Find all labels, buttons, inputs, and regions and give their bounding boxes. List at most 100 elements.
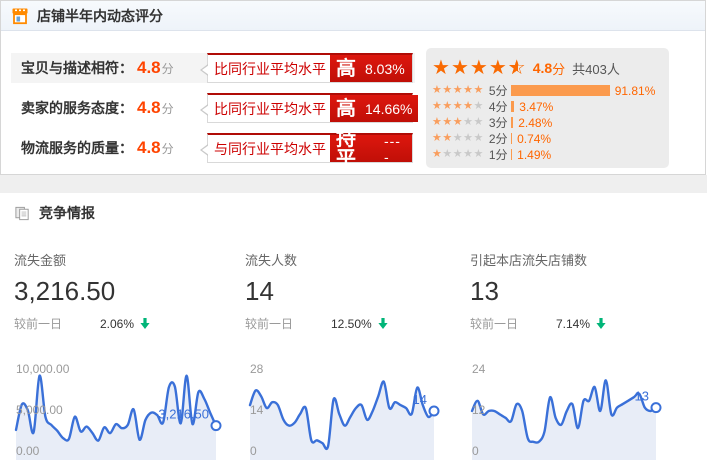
last-point-label: 3,216.50 — [158, 407, 209, 422]
percent-bar — [511, 117, 514, 128]
summary-score: 4.8 — [533, 60, 552, 76]
rating-unit: 分 — [162, 140, 174, 157]
section-title: 竞争情报 — [39, 203, 95, 223]
rating-rows: 宝贝与描述相符： 4.8 分 比同行业平均水平 高 8.03% 卖家的服务态度：… — [11, 53, 415, 173]
compare-label: 较前一日 — [470, 315, 556, 332]
compare-prev-day: 较前一日 2.06% — [14, 315, 150, 332]
y-tick: 0 — [472, 445, 479, 457]
distribution-row: ★★★★★ 1分 1.49% — [432, 148, 663, 161]
star-icon: ★ — [451, 58, 470, 78]
percent-label: 3.47% — [519, 100, 553, 114]
metric-label: 引起本店流失店铺数 — [470, 250, 587, 269]
verdict-percent: 14.66% — [365, 101, 412, 117]
compare-result-badge: 高 8.03% — [330, 55, 412, 82]
down-arrow-icon — [596, 318, 606, 329]
rating-row-description: 宝贝与描述相符： 4.8 分 比同行业平均水平 高 8.03% — [11, 53, 415, 83]
y-tick: 10,000.00 — [16, 363, 69, 375]
rating-label: 物流服务的质量： — [21, 138, 133, 158]
last-point-label: 13 — [635, 389, 649, 404]
metric-loss-amount: 流失金额 3,216.50 — [14, 250, 115, 307]
score-label: 5分 — [489, 82, 508, 99]
last-point-label: 14 — [413, 392, 427, 407]
down-arrow-icon — [378, 318, 388, 329]
percent-bar — [511, 101, 515, 112]
competition-header: 竞争情报 — [14, 203, 95, 223]
distribution-rows: ★★★★★ 5分 91.81% ★★★★★ 4分 3.47% ★★★★★3分2.48% ★★★… — [432, 84, 663, 161]
compare-prev-day: 较前一日 12.50% — [245, 315, 388, 332]
rating-row-service: 卖家的服务态度： 4.8 分 比同行业平均水平 高 14.66% — [11, 93, 415, 123]
compare-text: 比同行业平均水平 — [208, 55, 330, 82]
metric-value: 13 — [470, 276, 587, 307]
y-tick: 5,000.00 — [16, 404, 63, 416]
star-icon: ☆★ — [508, 58, 527, 78]
percent-bar — [511, 149, 513, 160]
metric-label: 流失金额 — [14, 250, 115, 269]
summary-stars-icon: ★★★★☆★ — [432, 58, 527, 78]
row-stars-icon: ★★★★★ — [432, 85, 484, 96]
y-tick: 24 — [472, 363, 485, 375]
loss-amount-chart[interactable]: 10,000.00 5,000.00 0.00 3,216.50 — [14, 356, 228, 465]
star-icon: ★ — [489, 58, 508, 78]
compare-bubble: 与同行业平均水平 持平 ---- — [207, 133, 413, 163]
row-stars-icon: ★★★★★ — [432, 101, 484, 112]
y-tick: 12 — [472, 404, 485, 416]
summary-unit: 分 — [552, 59, 565, 78]
verdict-text: 高 — [336, 99, 356, 119]
page-title: 店铺半年内动态评分 — [37, 6, 163, 26]
metric-value: 3,216.50 — [14, 276, 115, 307]
compare-bubble: 比同行业平均水平 高 14.66% — [207, 93, 413, 123]
page: 店铺半年内动态评分 宝贝与描述相符： 4.8 分 比同行业平均水平 高 8.03… — [0, 0, 707, 465]
row-stars-icon: ★★★★★ — [432, 149, 484, 160]
compare-result-badge: 高 14.66% — [330, 95, 418, 122]
row-stars-icon: ★★★★★ — [432, 133, 484, 144]
compare-label: 较前一日 — [245, 315, 331, 332]
rating-score: 4.8 — [137, 58, 161, 78]
summary-count: 共403人 — [572, 59, 620, 78]
verdict-text: 高 — [336, 59, 356, 79]
shop-rating-header: 店铺半年内动态评分 — [1, 1, 705, 31]
last-point-marker — [652, 403, 661, 412]
compare-text: 与同行业平均水平 — [208, 135, 330, 162]
rating-score: 4.8 — [137, 138, 161, 158]
loss-people-chart[interactable]: 28 14 0 14 — [248, 356, 446, 465]
documents-icon — [14, 205, 31, 222]
score-label: 4分 — [489, 98, 508, 115]
y-tick: 14 — [250, 404, 263, 416]
rating-row-logistics: 物流服务的质量： 4.8 分 与同行业平均水平 持平 ---- — [11, 133, 415, 163]
loss-shops-chart[interactable]: 24 12 0 13 — [470, 356, 668, 465]
last-point-marker — [430, 407, 439, 416]
distribution-row: ★★★★★2分0.74% — [432, 132, 663, 145]
section-divider — [0, 175, 707, 193]
percent-label: 91.81% — [615, 84, 656, 98]
distribution-row: ★★★★★3分2.48% — [432, 116, 663, 129]
y-tick: 28 — [250, 363, 263, 375]
shop-rating-panel: 店铺半年内动态评分 宝贝与描述相符： 4.8 分 比同行业平均水平 高 8.03… — [0, 0, 706, 175]
last-point-marker — [212, 421, 221, 430]
compare-label: 较前一日 — [14, 315, 100, 332]
star-icon: ★ — [432, 58, 451, 78]
change-percent: 7.14% — [556, 317, 590, 331]
compare-bubble: 比同行业平均水平 高 8.03% — [207, 53, 413, 83]
verdict-dashes: ---- — [384, 133, 406, 165]
verdict-percent: 8.03% — [365, 61, 405, 77]
y-tick: 0 — [250, 445, 257, 457]
score-label: 1分 — [489, 146, 508, 163]
distribution-row: ★★★★★ 5分 91.81% — [432, 84, 663, 97]
distribution-row: ★★★★★ 4分 3.47% — [432, 100, 663, 113]
score-label: 2分 — [489, 130, 508, 147]
verdict-text: 持平 — [336, 129, 375, 169]
shop-icon — [11, 7, 29, 25]
rating-distribution-panel: ★★★★☆★ 4.8 分 共403人 ★★★★★5分91.81%★★★★★4分3… — [426, 48, 669, 168]
change-percent: 12.50% — [331, 317, 372, 331]
metric-loss-people: 流失人数 14 — [245, 250, 297, 307]
score-label: 3分 — [489, 114, 508, 131]
rating-unit: 分 — [162, 100, 174, 117]
metric-label: 流失人数 — [245, 250, 297, 269]
percent-label: 1.49% — [517, 148, 551, 162]
percent-bar — [511, 85, 610, 96]
competition-panel: 竞争情报 流失金额 3,216.50 流失人数 14 引起本店流失店铺数 13 … — [0, 193, 707, 465]
rating-unit: 分 — [162, 60, 174, 77]
percent-bar — [511, 133, 513, 144]
compare-text: 比同行业平均水平 — [208, 95, 330, 122]
compare-prev-day: 较前一日 7.14% — [470, 315, 606, 332]
